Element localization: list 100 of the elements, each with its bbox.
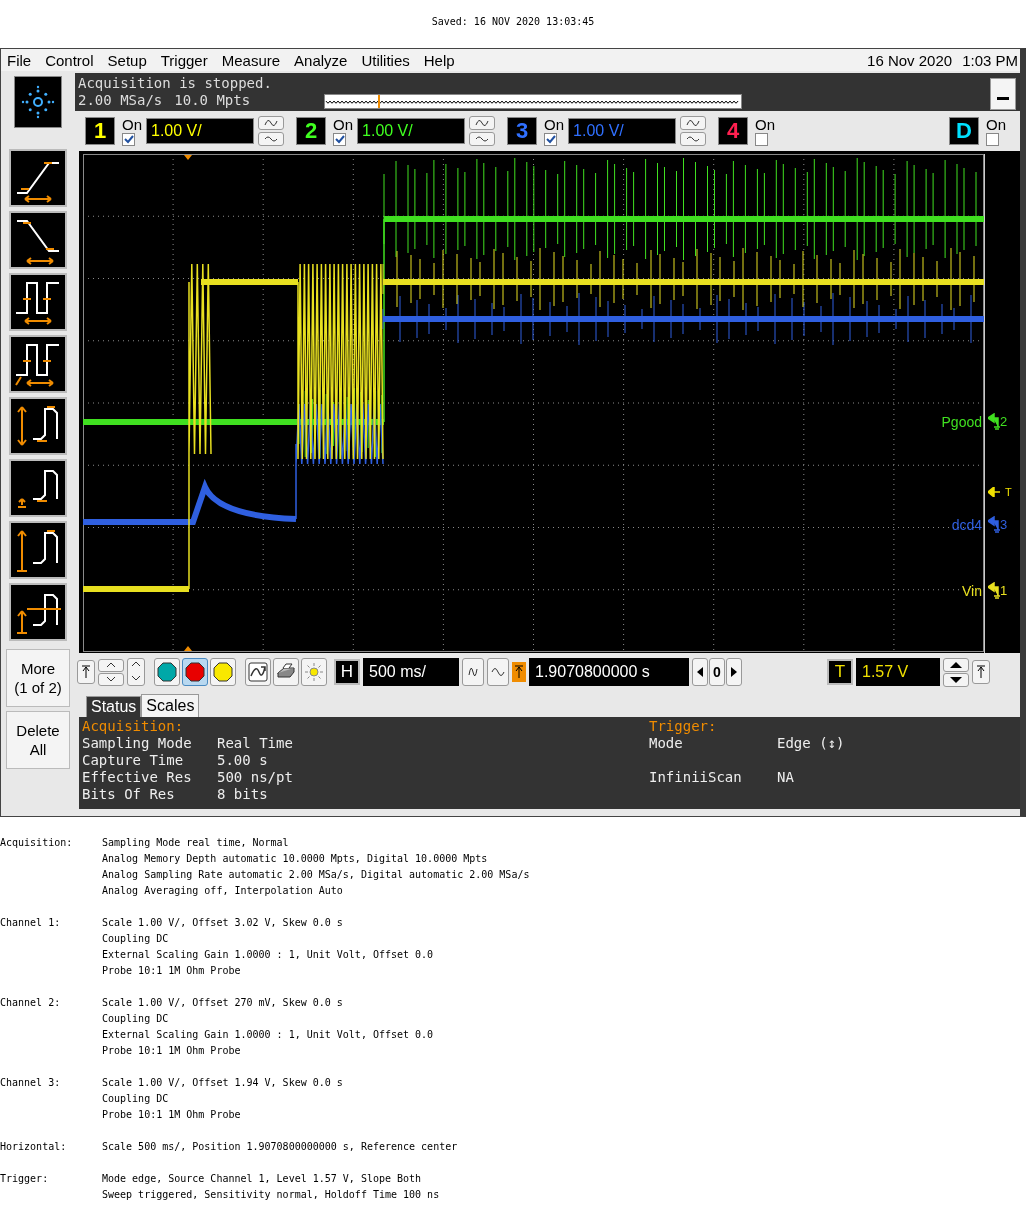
fine-adjust-button[interactable]	[258, 116, 284, 130]
channel-checkbox[interactable]	[755, 132, 769, 146]
menu-item[interactable]: Analyze	[294, 51, 348, 69]
channel-checkbox[interactable]	[122, 132, 135, 146]
level-down-button[interactable]	[943, 672, 969, 687]
scale-field[interactable]: 1.00 V/	[146, 118, 254, 144]
more-button[interactable]: More (1 of 2)	[6, 649, 70, 707]
print-button[interactable]	[273, 658, 299, 686]
delete-all-button[interactable]: Delete All	[6, 711, 70, 769]
wave-button[interactable]	[487, 658, 509, 686]
autoscale-icon	[248, 662, 268, 682]
on-label: On	[544, 116, 565, 133]
channel-checkbox[interactable]	[986, 132, 999, 146]
coupling-button[interactable]	[680, 132, 707, 146]
fine-adjust-button[interactable]	[680, 116, 707, 130]
menu-item[interactable]: Trigger	[160, 51, 208, 69]
menu-item[interactable]: Utilities	[361, 51, 410, 69]
ground-marker-icon[interactable]	[988, 516, 1000, 534]
section-title: Acquisition:	[82, 718, 185, 735]
measurement-tool-button[interactable]	[9, 521, 67, 579]
run-control-button[interactable]	[154, 658, 180, 686]
report-heading: Horizontal:	[0, 1140, 68, 1154]
autoscale-button[interactable]	[245, 658, 271, 686]
fine-adjust-button[interactable]	[462, 658, 484, 686]
channel-key[interactable]: 1	[85, 117, 115, 145]
wave-icon	[264, 135, 278, 143]
status-value: 500 ns/pt	[217, 769, 293, 786]
measurement-tool-button[interactable]	[9, 459, 67, 517]
level-up-button[interactable]	[943, 657, 969, 672]
expand-button[interactable]	[127, 658, 145, 686]
report-line: Analog Averaging off, Interpolation Auto	[102, 884, 344, 898]
fine-adjust-button[interactable]	[469, 116, 496, 130]
scale-field[interactable]: 1.00 V/	[357, 118, 466, 144]
triangle-right-icon	[731, 667, 737, 677]
menu-item[interactable]: Control	[45, 51, 94, 69]
scale-field[interactable]: 1.00 V/	[568, 118, 677, 144]
channel-checkbox[interactable]	[544, 132, 558, 146]
memory-depth: 10.0 Mpts	[174, 92, 251, 109]
wave-icon	[264, 119, 278, 127]
report-line: Scale 1.00 V/, Offset 3.02 V, Skew 0.0 s	[102, 916, 344, 930]
zoom-in-button[interactable]	[98, 658, 124, 672]
wave-icon	[491, 667, 505, 677]
channel-key[interactable]: 3	[507, 117, 538, 145]
report-line: External Scaling Gain 1.0000 : 1, Unit Volt, Offset 0.0	[102, 1028, 434, 1042]
arrow-left-icon[interactable]	[988, 487, 1000, 497]
reference-button[interactable]	[972, 660, 990, 684]
starburst-icon	[21, 85, 55, 119]
channel-key[interactable]: D	[949, 117, 979, 145]
chevron-down-icon	[106, 676, 116, 682]
report-line: Sampling Mode real time, Normal	[102, 836, 290, 850]
report-line: Scale 1.00 V/, Offset 270 mV, Skew 0.0 s	[102, 996, 344, 1010]
trigger-key[interactable]: T	[827, 659, 853, 685]
measurement-tool-button[interactable]	[9, 149, 67, 207]
minimize-button[interactable]	[990, 78, 1016, 110]
channel-checkbox[interactable]	[333, 132, 346, 146]
status-value: Edge (↕)	[777, 735, 845, 752]
measurement-tool-button[interactable]	[9, 335, 67, 393]
report-heading: Channel 2:	[0, 996, 62, 1010]
horizontal-key[interactable]: H	[334, 659, 360, 685]
report-line: Coupling DC	[102, 1092, 170, 1106]
trace-label: Pgood	[941, 413, 982, 431]
triangle-down-icon	[950, 676, 962, 683]
menu-item[interactable]: File	[7, 51, 32, 69]
brightness-button[interactable]	[301, 658, 327, 686]
up-down-chevron-icon	[131, 659, 141, 682]
zoom-out-button[interactable]	[98, 672, 124, 686]
next-button[interactable]	[726, 658, 742, 686]
measurement-tool-button[interactable]	[9, 211, 67, 269]
delay-field[interactable]: 1.9070800000 s	[529, 658, 689, 686]
measurement-tool-button[interactable]	[9, 273, 67, 331]
logo-button[interactable]	[14, 76, 62, 128]
channel-key[interactable]: 2	[296, 117, 326, 145]
run-control-button[interactable]	[210, 658, 236, 686]
on-label: On	[986, 116, 1006, 133]
ground-marker-icon[interactable]	[988, 413, 1000, 431]
channel-key[interactable]: 4	[718, 117, 749, 145]
wave-icon	[686, 119, 701, 127]
report-line: Probe 10:1 1M Ohm Probe	[102, 1108, 242, 1122]
previous-button[interactable]	[692, 658, 708, 686]
timebase-field[interactable]: 500 ms/	[363, 658, 459, 686]
panel-tab[interactable]: Status	[86, 696, 142, 717]
report-line: Coupling DC	[102, 932, 170, 946]
delay-reference-icon	[512, 662, 526, 682]
run-control-button[interactable]	[182, 658, 208, 686]
measurement-tool-button[interactable]	[9, 583, 67, 641]
coupling-button[interactable]	[258, 132, 284, 146]
coupling-button[interactable]	[469, 132, 496, 146]
menu-item[interactable]: Help	[423, 51, 455, 69]
menu-item[interactable]: Measure	[221, 51, 281, 69]
menu-item[interactable]: Setup	[107, 51, 147, 69]
reference-button[interactable]	[77, 660, 95, 684]
report-line: Sweep triggered, Sensitivity normal, Holdoff Time 100 ns	[102, 1188, 440, 1202]
panel-tab[interactable]: Scales	[141, 694, 200, 717]
trace-label: Vin	[962, 582, 982, 600]
trace-label: dcd4	[951, 516, 982, 534]
measurement-tool-button[interactable]	[9, 397, 67, 455]
sun-icon	[304, 662, 324, 682]
trigger-level-field[interactable]: 1.57 V	[856, 658, 940, 686]
zero-delay-button[interactable]: 0	[709, 658, 725, 686]
report-heading: Trigger:	[0, 1172, 50, 1186]
